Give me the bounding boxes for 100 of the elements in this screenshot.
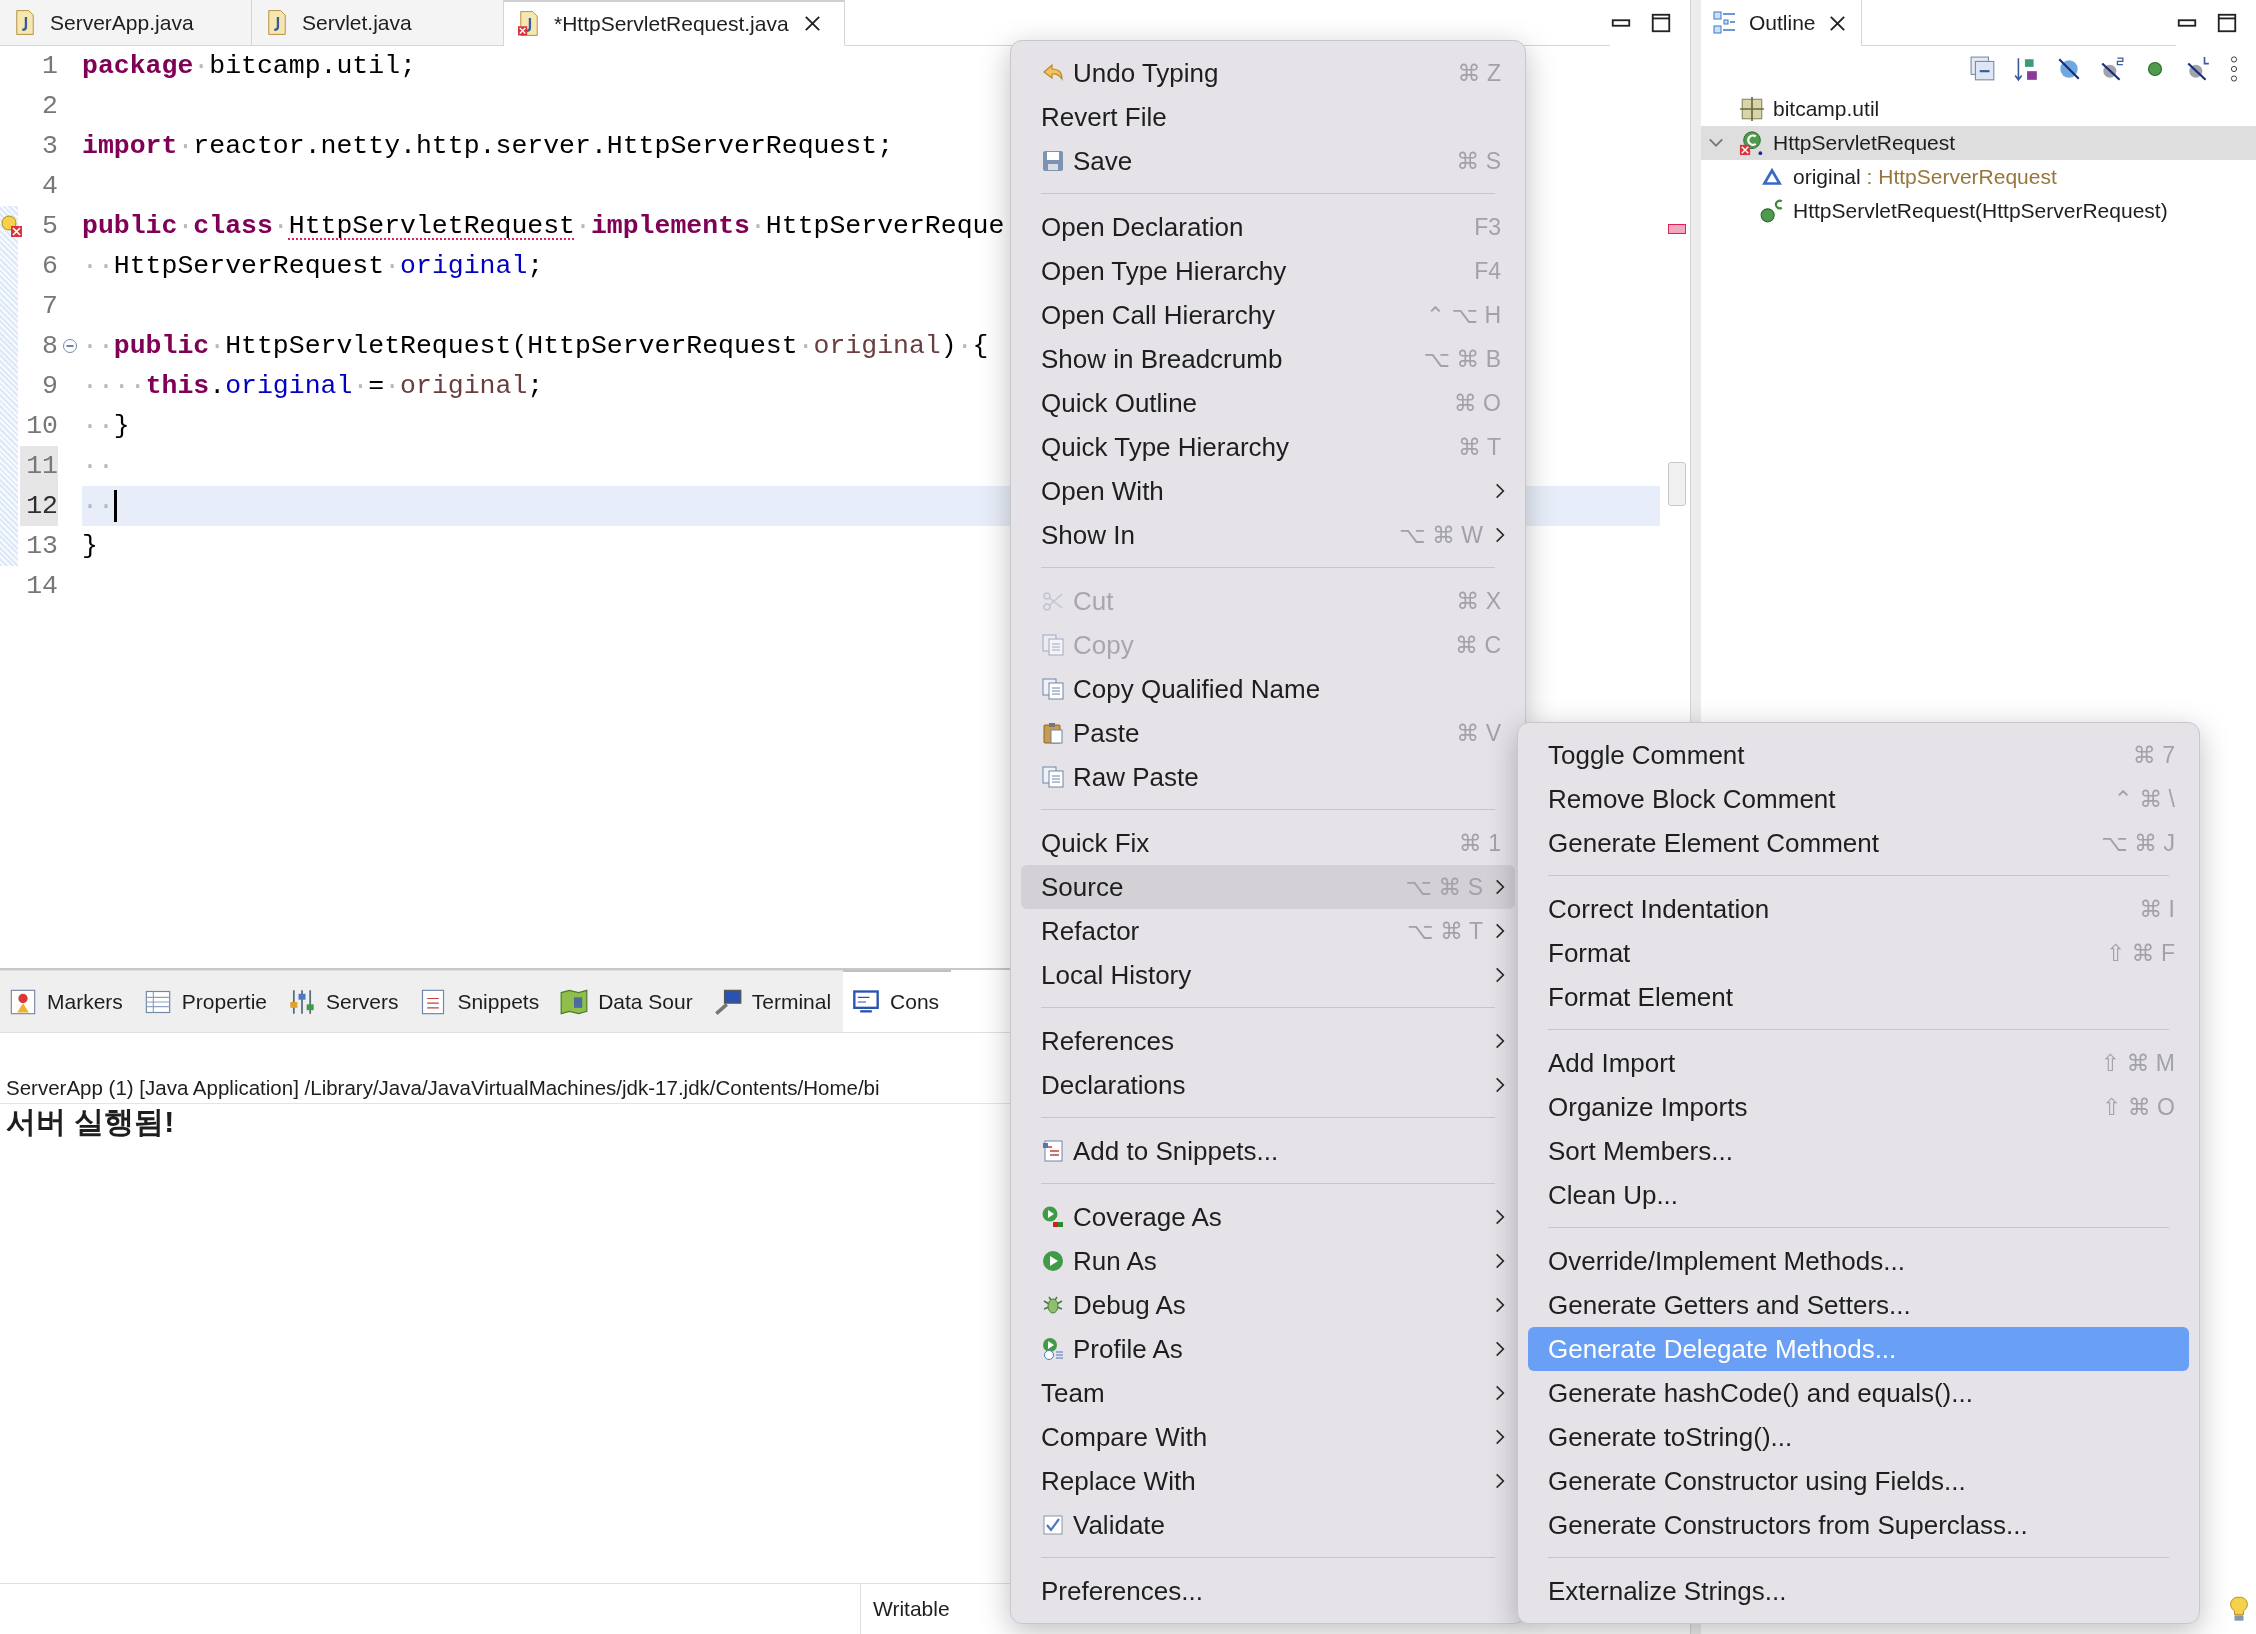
menu-item[interactable]: Clean Up...: [1528, 1173, 2189, 1217]
menu-item[interactable]: Validate: [1021, 1503, 1515, 1547]
menu-item[interactable]: Preferences...: [1021, 1569, 1515, 1613]
menu-item[interactable]: Format Element: [1528, 975, 2189, 1019]
menu-item[interactable]: Debug As: [1021, 1283, 1515, 1327]
editor-tab[interactable]: *HttpServletRequest.java: [504, 0, 845, 46]
view-tab[interactable]: Terminal: [704, 970, 844, 1032]
menu-item[interactable]: Refactor ⌥ ⌘ T: [1021, 909, 1515, 953]
scroll-thumb[interactable]: [1668, 462, 1686, 506]
menu-item[interactable]: Open With: [1021, 469, 1515, 513]
documents-icon: [1041, 677, 1065, 701]
lightbulb-error-icon[interactable]: [0, 214, 24, 238]
menu-item[interactable]: Paste ⌘ V: [1021, 711, 1515, 755]
menu-item[interactable]: Open Declaration F3: [1021, 205, 1515, 249]
menu-item[interactable]: Generate Constructors from Superclass...: [1528, 1503, 2189, 1547]
code-line: ····this.original·=·original;: [82, 371, 544, 401]
outline-item[interactable]: HttpServletRequest(HttpServerRequest): [1701, 194, 2256, 228]
menu-item[interactable]: Show In ⌥ ⌘ W: [1021, 513, 1515, 557]
view-tab[interactable]: Markers: [0, 970, 135, 1032]
circle-c-icon: [1759, 198, 1785, 224]
line-number: 4: [41, 170, 58, 203]
outline-icon: [1713, 11, 1737, 35]
line-number: 10: [25, 410, 58, 443]
menu-item[interactable]: Generate Getters and Setters...: [1528, 1283, 2189, 1327]
menu-item[interactable]: Add to Snippets...: [1021, 1129, 1515, 1173]
line-number: 11: [20, 446, 58, 486]
sliders-icon: [288, 987, 317, 1016]
menu-item[interactable]: Revert File: [1021, 95, 1515, 139]
menu-item[interactable]: Replace With: [1021, 1459, 1515, 1503]
editor-tab[interactable]: Servlet.java: [252, 0, 504, 46]
menu-item[interactable]: Quick Type Hierarchy ⌘ T: [1021, 425, 1515, 469]
code-line: public·class·HttpServletRequest·implements·HttpServerReque: [82, 211, 1005, 241]
line-number: 9: [41, 370, 58, 403]
close-icon[interactable]: [1827, 13, 1847, 33]
menu-item[interactable]: Generate hashCode() and equals()...: [1528, 1371, 2189, 1415]
package-icon: [1739, 96, 1765, 122]
view-tab[interactable]: Data Sour: [551, 970, 705, 1032]
lightbulb-icon[interactable]: [2230, 1595, 2248, 1623]
code-line: package·bitcamp.util;: [82, 51, 416, 81]
menu-item[interactable]: Profile As: [1021, 1327, 1515, 1371]
menu-item[interactable]: Coverage As: [1021, 1195, 1515, 1239]
maximize-icon[interactable]: [1650, 12, 1672, 34]
menu-item[interactable]: Quick Fix ⌘ 1: [1021, 821, 1515, 865]
menu-item[interactable]: Generate Constructor using Fields...: [1528, 1459, 2189, 1503]
collapse-icon[interactable]: [62, 338, 78, 354]
sort-icon[interactable]: [2013, 56, 2039, 82]
menu-item[interactable]: References: [1021, 1019, 1515, 1063]
menu-item[interactable]: Show in Breadcrumb ⌥ ⌘ B: [1021, 337, 1515, 381]
menu-item[interactable]: Externalize Strings...: [1528, 1569, 2189, 1613]
menu-item[interactable]: Generate toString()...: [1528, 1415, 2189, 1459]
code-line: import·reactor.netty.http.server.HttpServerRequest;: [82, 131, 894, 161]
menu-item[interactable]: Raw Paste: [1021, 755, 1515, 799]
view-tab[interactable]: Propertie: [134, 970, 280, 1032]
clipboard-icon: [1041, 721, 1065, 745]
menu-item[interactable]: Generate Element Comment ⌥ ⌘ J: [1528, 821, 2189, 865]
crossed-circle-icon[interactable]: [2185, 56, 2211, 82]
menu-item[interactable]: Copy Qualified Name: [1021, 667, 1515, 711]
line-number: 2: [41, 90, 58, 123]
menu-item[interactable]: Quick Outline ⌘ O: [1021, 381, 1515, 425]
menu-item[interactable]: Run As: [1021, 1239, 1515, 1283]
maximize-icon[interactable]: [2216, 12, 2238, 34]
menu-item[interactable]: Sort Members...: [1528, 1129, 2189, 1173]
class-error-icon: [1739, 130, 1765, 156]
line-number: 7: [41, 290, 58, 323]
menu-item[interactable]: Remove Block Comment ⌃ ⌘ \: [1528, 777, 2189, 821]
collapse-all-icon[interactable]: [1970, 56, 1996, 82]
editor-mode: Writable: [860, 1584, 950, 1634]
crossed-circle-icon[interactable]: [2056, 56, 2082, 82]
line-number: 8: [41, 330, 58, 363]
editor-tab[interactable]: ServerApp.java: [0, 0, 252, 46]
outline-item[interactable]: HttpServletRequest: [1701, 126, 2256, 160]
error-mark[interactable]: [1668, 224, 1686, 234]
menu-item[interactable]: Open Call Hierarchy ⌃ ⌥ H: [1021, 293, 1515, 337]
outline-item[interactable]: bitcamp.util: [1701, 92, 2256, 126]
documents-icon: [1041, 633, 1065, 657]
menu-item[interactable]: Format ⇧ ⌘ F: [1528, 931, 2189, 975]
menu-item[interactable]: Undo Typing ⌘ Z: [1021, 51, 1515, 95]
menu-item[interactable]: Save ⌘ S: [1021, 139, 1515, 183]
crossed-circle-icon[interactable]: [2099, 56, 2125, 82]
menu-item[interactable]: Local History: [1021, 953, 1515, 997]
code-line: ··HttpServerRequest·original;: [82, 251, 544, 281]
line-number: 6: [41, 250, 58, 283]
outline-tab[interactable]: Outline: [1701, 0, 1862, 46]
line-number: 14: [25, 570, 58, 603]
monitor-icon: [852, 988, 881, 1016]
menu-item[interactable]: Toggle Comment ⌘ 7: [1528, 733, 2189, 777]
close-icon[interactable]: [802, 14, 822, 33]
menu-item[interactable]: Correct Indentation ⌘ I: [1528, 887, 2189, 931]
view-tab[interactable]: Snippets: [410, 970, 552, 1032]
menu-item[interactable]: Compare With: [1021, 1415, 1515, 1459]
text-cursor: [113, 490, 117, 522]
line-number: 5: [41, 210, 58, 243]
menu-item[interactable]: Override/Implement Methods...: [1528, 1239, 2189, 1283]
outline-item[interactable]: original : HttpServerRequest: [1701, 160, 2256, 194]
view-tab[interactable]: Servers: [279, 970, 411, 1032]
view-menu-icon[interactable]: [2228, 56, 2240, 82]
play-bars-icon: [1041, 1205, 1065, 1229]
code-line: ··}: [82, 411, 130, 441]
menu-item[interactable]: Open Type Hierarchy F4: [1021, 249, 1515, 293]
menu-item[interactable]: Team: [1021, 1371, 1515, 1415]
